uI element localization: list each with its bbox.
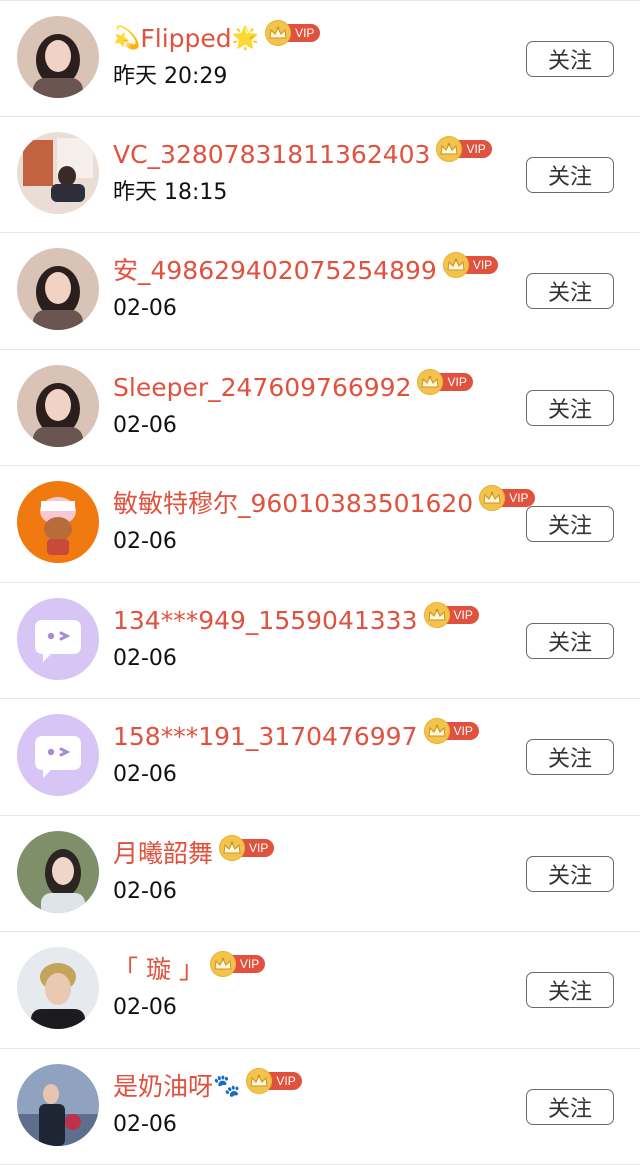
crown-icon [246,1068,272,1094]
follow-button[interactable]: 关注 [526,623,614,659]
name-line: 敏敏特穆尔_96010383501620 VIP [113,486,535,522]
list-item[interactable]: VC_32807831811362403 VIP 昨天 18:15 关注 [0,117,640,234]
list-item[interactable]: 月曦韶舞 VIP 02-06 关注 [0,816,640,933]
avatar[interactable] [17,132,99,214]
list-item[interactable]: 158***191_3170476997 VIP 02-06 关注 [0,699,640,816]
user-name[interactable]: Flipped [140,21,231,57]
vip-badge: VIP [219,837,274,859]
name-line: 💫 Flipped 🌟 VIP [113,21,320,57]
name-line: 「 璇 」 VIP [113,952,265,988]
crown-icon [219,835,245,861]
avatar[interactable] [17,1064,99,1146]
avatar[interactable] [17,248,99,330]
timestamp: 昨天 20:29 [113,61,227,93]
timestamp: 02-06 [113,1109,177,1141]
user-name[interactable]: 134***949_1559041333 [113,603,418,639]
crown-icon [424,602,450,628]
name-suffix-emoji: 🐾 [213,1069,240,1105]
timestamp: 02-06 [113,992,177,1024]
crown-icon [265,20,291,46]
list-item[interactable]: 💫 Flipped 🌟 VIP 昨天 20:29 关注 [0,0,640,117]
follow-button[interactable]: 关注 [526,390,614,426]
vip-badge: VIP [246,1070,301,1092]
user-name[interactable]: Sleeper_247609766992 [113,370,411,406]
avatar[interactable] [17,714,99,796]
timestamp: 昨天 18:15 [113,177,227,209]
vip-badge: VIP [479,487,534,509]
follower-list: 💫 Flipped 🌟 VIP 昨天 20:29 关注 VC_328078318… [0,0,640,1165]
user-name[interactable]: 月曦韶舞 [113,836,213,872]
name-suffix-emoji: 🌟 [232,21,259,57]
list-item[interactable]: 134***949_1559041333 VIP 02-06 关注 [0,583,640,700]
follow-button[interactable]: 关注 [526,972,614,1008]
name-line: 安_498629402075254899 VIP [113,253,498,289]
follow-button[interactable]: 关注 [526,506,614,542]
crown-icon [417,369,443,395]
follow-button[interactable]: 关注 [526,739,614,775]
avatar[interactable] [17,831,99,913]
list-item[interactable]: 「 璇 」 VIP 02-06 关注 [0,932,640,1049]
vip-badge: VIP [424,720,479,742]
avatar[interactable] [17,598,99,680]
user-name[interactable]: VC_32807831811362403 [113,137,430,173]
follow-button[interactable]: 关注 [526,157,614,193]
name-line: 134***949_1559041333 VIP [113,603,479,639]
timestamp: 02-06 [113,876,177,908]
vip-badge: VIP [424,604,479,626]
crown-icon [210,951,236,977]
list-item[interactable]: 敏敏特穆尔_96010383501620 VIP 02-06 关注 [0,466,640,583]
user-name[interactable]: 敏敏特穆尔_96010383501620 [113,486,473,522]
crown-icon [436,136,462,162]
list-item[interactable]: 安_498629402075254899 VIP 02-06 关注 [0,233,640,350]
vip-badge: VIP [436,138,491,160]
user-name[interactable]: 158***191_3170476997 [113,719,418,755]
crown-icon [479,485,505,511]
avatar[interactable] [17,365,99,447]
vip-badge: VIP [417,371,472,393]
name-prefix-emoji: 💫 [113,21,140,57]
timestamp: 02-06 [113,643,177,675]
user-name[interactable]: 「 璇 」 [113,952,204,988]
vip-badge: VIP [210,953,265,975]
avatar[interactable] [17,16,99,98]
timestamp: 02-06 [113,293,177,325]
vip-badge: VIP [443,254,498,276]
user-name[interactable]: 安_498629402075254899 [113,253,437,289]
name-line: 月曦韶舞 VIP [113,836,274,872]
timestamp: 02-06 [113,410,177,442]
name-line: VC_32807831811362403 VIP [113,137,492,173]
follow-button[interactable]: 关注 [526,273,614,309]
crown-icon [424,718,450,744]
follow-button[interactable]: 关注 [526,1089,614,1125]
name-line: 是奶油呀 🐾 VIP [113,1069,302,1105]
timestamp: 02-06 [113,759,177,791]
follow-button[interactable]: 关注 [526,41,614,77]
name-line: 158***191_3170476997 VIP [113,719,479,755]
crown-icon [443,252,469,278]
user-name[interactable]: 是奶油呀 [113,1069,213,1105]
list-item[interactable]: 是奶油呀 🐾 VIP 02-06 关注 [0,1049,640,1165]
avatar[interactable] [17,947,99,1029]
avatar[interactable] [17,481,99,563]
timestamp: 02-06 [113,526,177,558]
list-item[interactable]: Sleeper_247609766992 VIP 02-06 关注 [0,350,640,467]
vip-badge: VIP [265,22,320,44]
follow-button[interactable]: 关注 [526,856,614,892]
name-line: Sleeper_247609766992 VIP [113,370,473,406]
